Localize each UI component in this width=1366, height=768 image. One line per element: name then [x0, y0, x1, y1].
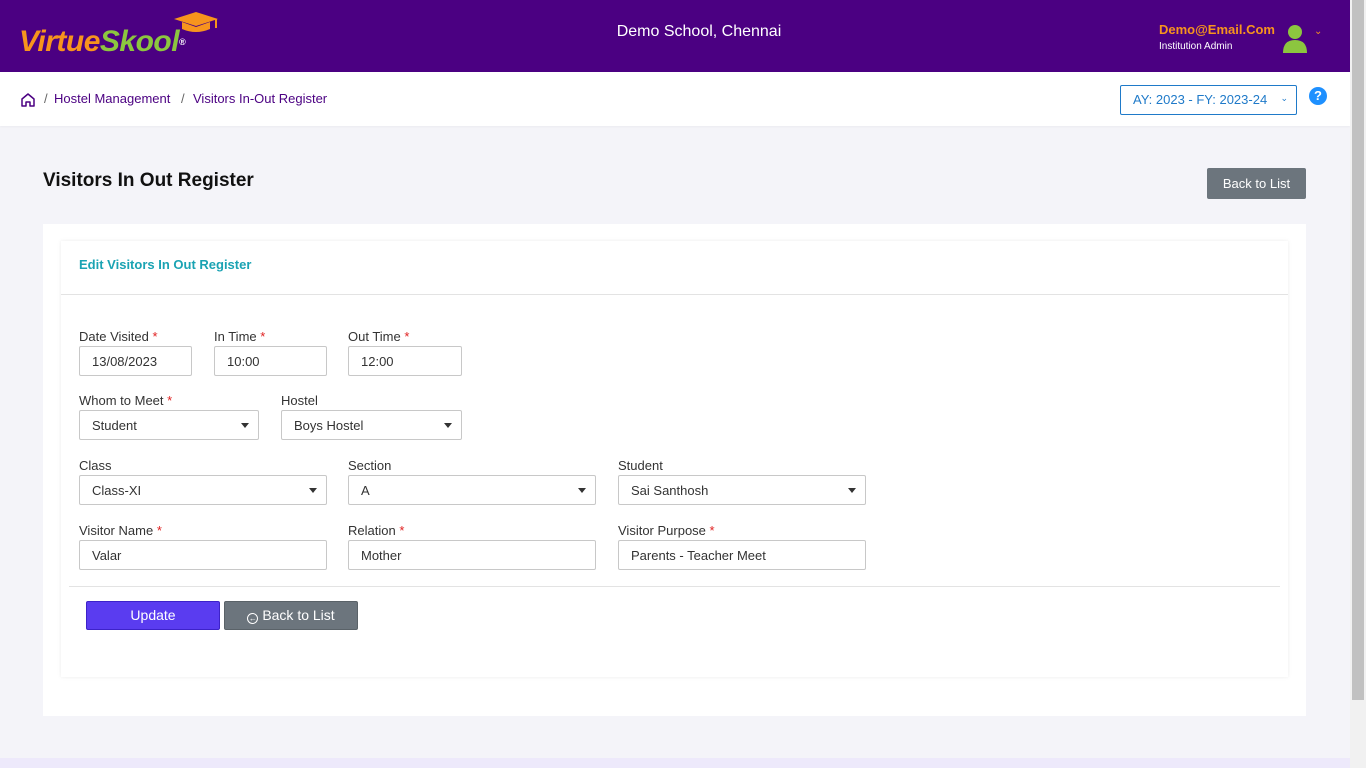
- user-menu-chevron-icon[interactable]: ⌄: [1314, 26, 1322, 37]
- divider: [61, 294, 1288, 295]
- user-role: Institution Admin: [1159, 41, 1233, 52]
- whom-to-meet-value: Student: [92, 418, 137, 433]
- home-icon[interactable]: [20, 92, 36, 108]
- relation-input[interactable]: Mother: [348, 540, 596, 570]
- student-label: Student: [618, 458, 663, 473]
- class-label: Class: [79, 458, 112, 473]
- date-visited-label: Date Visited *: [79, 329, 158, 344]
- visitor-name-label: Visitor Name *: [79, 523, 162, 538]
- section-value: A: [361, 483, 370, 498]
- caret-down-icon: [241, 423, 249, 428]
- visitor-purpose-input[interactable]: Parents - Teacher Meet: [618, 540, 866, 570]
- hostel-label: Hostel: [281, 393, 318, 408]
- student-select[interactable]: Sai Santhosh: [618, 475, 866, 505]
- whom-to-meet-select[interactable]: Student: [79, 410, 259, 440]
- divider: [69, 586, 1280, 587]
- in-time-input[interactable]: 10:00: [214, 346, 327, 376]
- scrollbar-thumb[interactable]: [1352, 0, 1364, 700]
- top-header: VirtueSkool® Demo School, Chennai Demo@E…: [0, 0, 1350, 72]
- breadcrumb-visitors-register: Visitors In-Out Register: [193, 91, 328, 106]
- class-select[interactable]: Class-XI: [79, 475, 327, 505]
- whom-to-meet-label: Whom to Meet *: [79, 393, 173, 408]
- breadcrumb-hostel-management[interactable]: Hostel Management: [54, 91, 170, 106]
- breadcrumb-separator: /: [44, 91, 48, 106]
- page-title: Visitors In Out Register: [43, 170, 254, 191]
- help-icon[interactable]: ?: [1309, 87, 1327, 105]
- section-label: Section: [348, 458, 392, 473]
- back-to-list-button[interactable]: ← Back to List: [224, 601, 358, 630]
- section-select[interactable]: A: [348, 475, 596, 505]
- out-time-input[interactable]: 12:00: [348, 346, 462, 376]
- breadcrumb-bar: / Hostel Management / Visitors In-Out Re…: [0, 72, 1350, 126]
- page-footer-strip: [0, 758, 1350, 768]
- in-time-label: In Time *: [214, 329, 266, 344]
- back-to-list-button-top[interactable]: Back to List: [1207, 168, 1306, 199]
- back-arrow-icon: ←: [247, 613, 259, 624]
- user-email[interactable]: Demo@Email.Com: [1159, 22, 1275, 37]
- update-button[interactable]: Update: [86, 601, 220, 630]
- visitor-name-input[interactable]: Valar: [79, 540, 327, 570]
- academic-year-value: AY: 2023 - FY: 2023-24: [1133, 92, 1268, 107]
- chevron-down-icon: ⌄: [1280, 93, 1288, 103]
- hostel-select[interactable]: Boys Hostel: [281, 410, 462, 440]
- caret-down-icon: [309, 488, 317, 493]
- class-value: Class-XI: [92, 483, 142, 498]
- visitor-purpose-label: Visitor Purpose *: [618, 523, 715, 538]
- hostel-value: Boys Hostel: [294, 418, 364, 433]
- academic-year-select[interactable]: AY: 2023 - FY: 2023-24 ⌄: [1120, 85, 1297, 115]
- caret-down-icon: [578, 488, 586, 493]
- caret-down-icon: [444, 423, 452, 428]
- relation-label: Relation *: [348, 523, 405, 538]
- card-heading: Edit Visitors In Out Register: [79, 257, 252, 272]
- date-visited-input[interactable]: 13/08/2023: [79, 346, 192, 376]
- caret-down-icon: [848, 488, 856, 493]
- breadcrumb-separator: /: [181, 91, 185, 106]
- user-avatar-icon[interactable]: [1282, 23, 1308, 53]
- back-to-list-label: Back to List: [262, 607, 335, 623]
- student-value: Sai Santhosh: [631, 483, 709, 498]
- out-time-label: Out Time *: [348, 329, 410, 344]
